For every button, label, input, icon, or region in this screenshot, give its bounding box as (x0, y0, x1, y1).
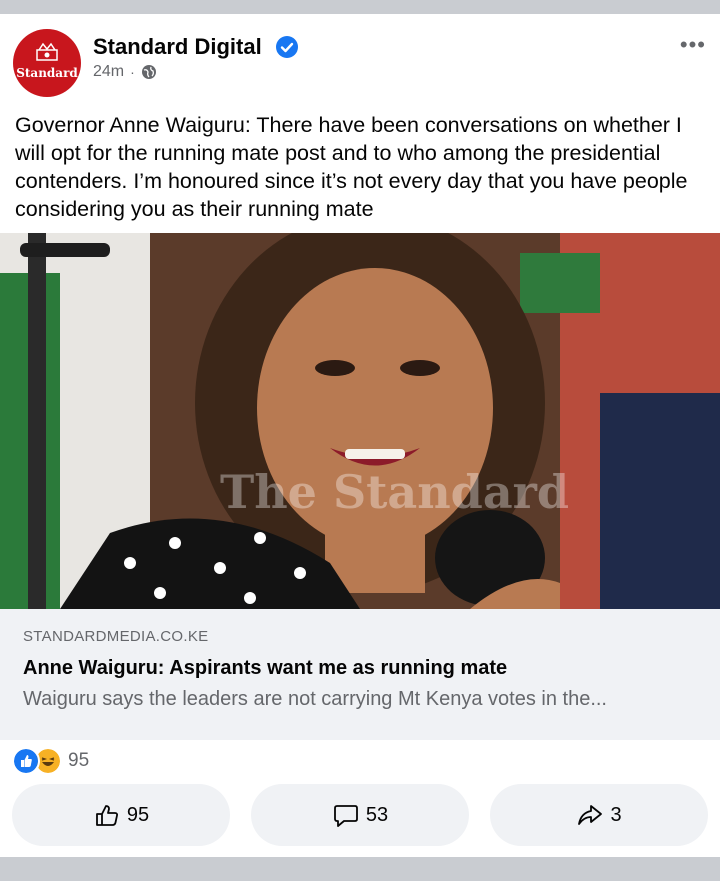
post-time[interactable]: 24m (93, 63, 124, 81)
link-description: Waiguru says the leaders are not carryin… (23, 688, 607, 710)
more-options-icon[interactable]: ••• (680, 34, 706, 56)
like-reaction-icon (12, 747, 40, 775)
avatar-logo-text: Standard (16, 66, 78, 80)
globe-icon (141, 65, 156, 79)
post-card: Standard Standard Digital 24m · ••• Gove… (0, 14, 720, 857)
thumbs-up-icon (95, 805, 118, 826)
like-count: 95 (126, 803, 150, 826)
share-button[interactable]: 3 (490, 784, 708, 846)
post-photo[interactable]: The Standard (0, 233, 720, 609)
comment-button[interactable]: 53 (251, 784, 469, 846)
reactions-count: 95 (68, 750, 90, 771)
link-domain: STANDARDMEDIA.CO.KE (23, 628, 209, 645)
action-bar: 95 53 3 (12, 784, 708, 846)
photo-illustration (0, 233, 720, 609)
share-arrow-icon (578, 805, 603, 825)
comment-bubble-icon (333, 805, 358, 827)
link-title[interactable]: Anne Waiguru: Aspirants want me as runni… (23, 657, 507, 680)
photo-watermark: The Standard (220, 465, 570, 519)
link-preview[interactable]: STANDARDMEDIA.CO.KE Anne Waiguru: Aspira… (0, 609, 720, 740)
post-meta: 24m · (93, 63, 157, 81)
share-count: 3 (610, 803, 622, 826)
reactions-summary[interactable]: 95 (12, 747, 89, 775)
comment-count: 53 (365, 803, 389, 826)
page-avatar[interactable]: Standard (13, 29, 81, 97)
post-text: Governor Anne Waiguru: There have been c… (15, 113, 688, 221)
meta-separator: · (130, 64, 135, 80)
crest-icon (36, 42, 58, 61)
like-button[interactable]: 95 (12, 784, 230, 846)
page-name[interactable]: Standard Digital (93, 34, 262, 60)
verified-badge-icon (276, 36, 298, 58)
